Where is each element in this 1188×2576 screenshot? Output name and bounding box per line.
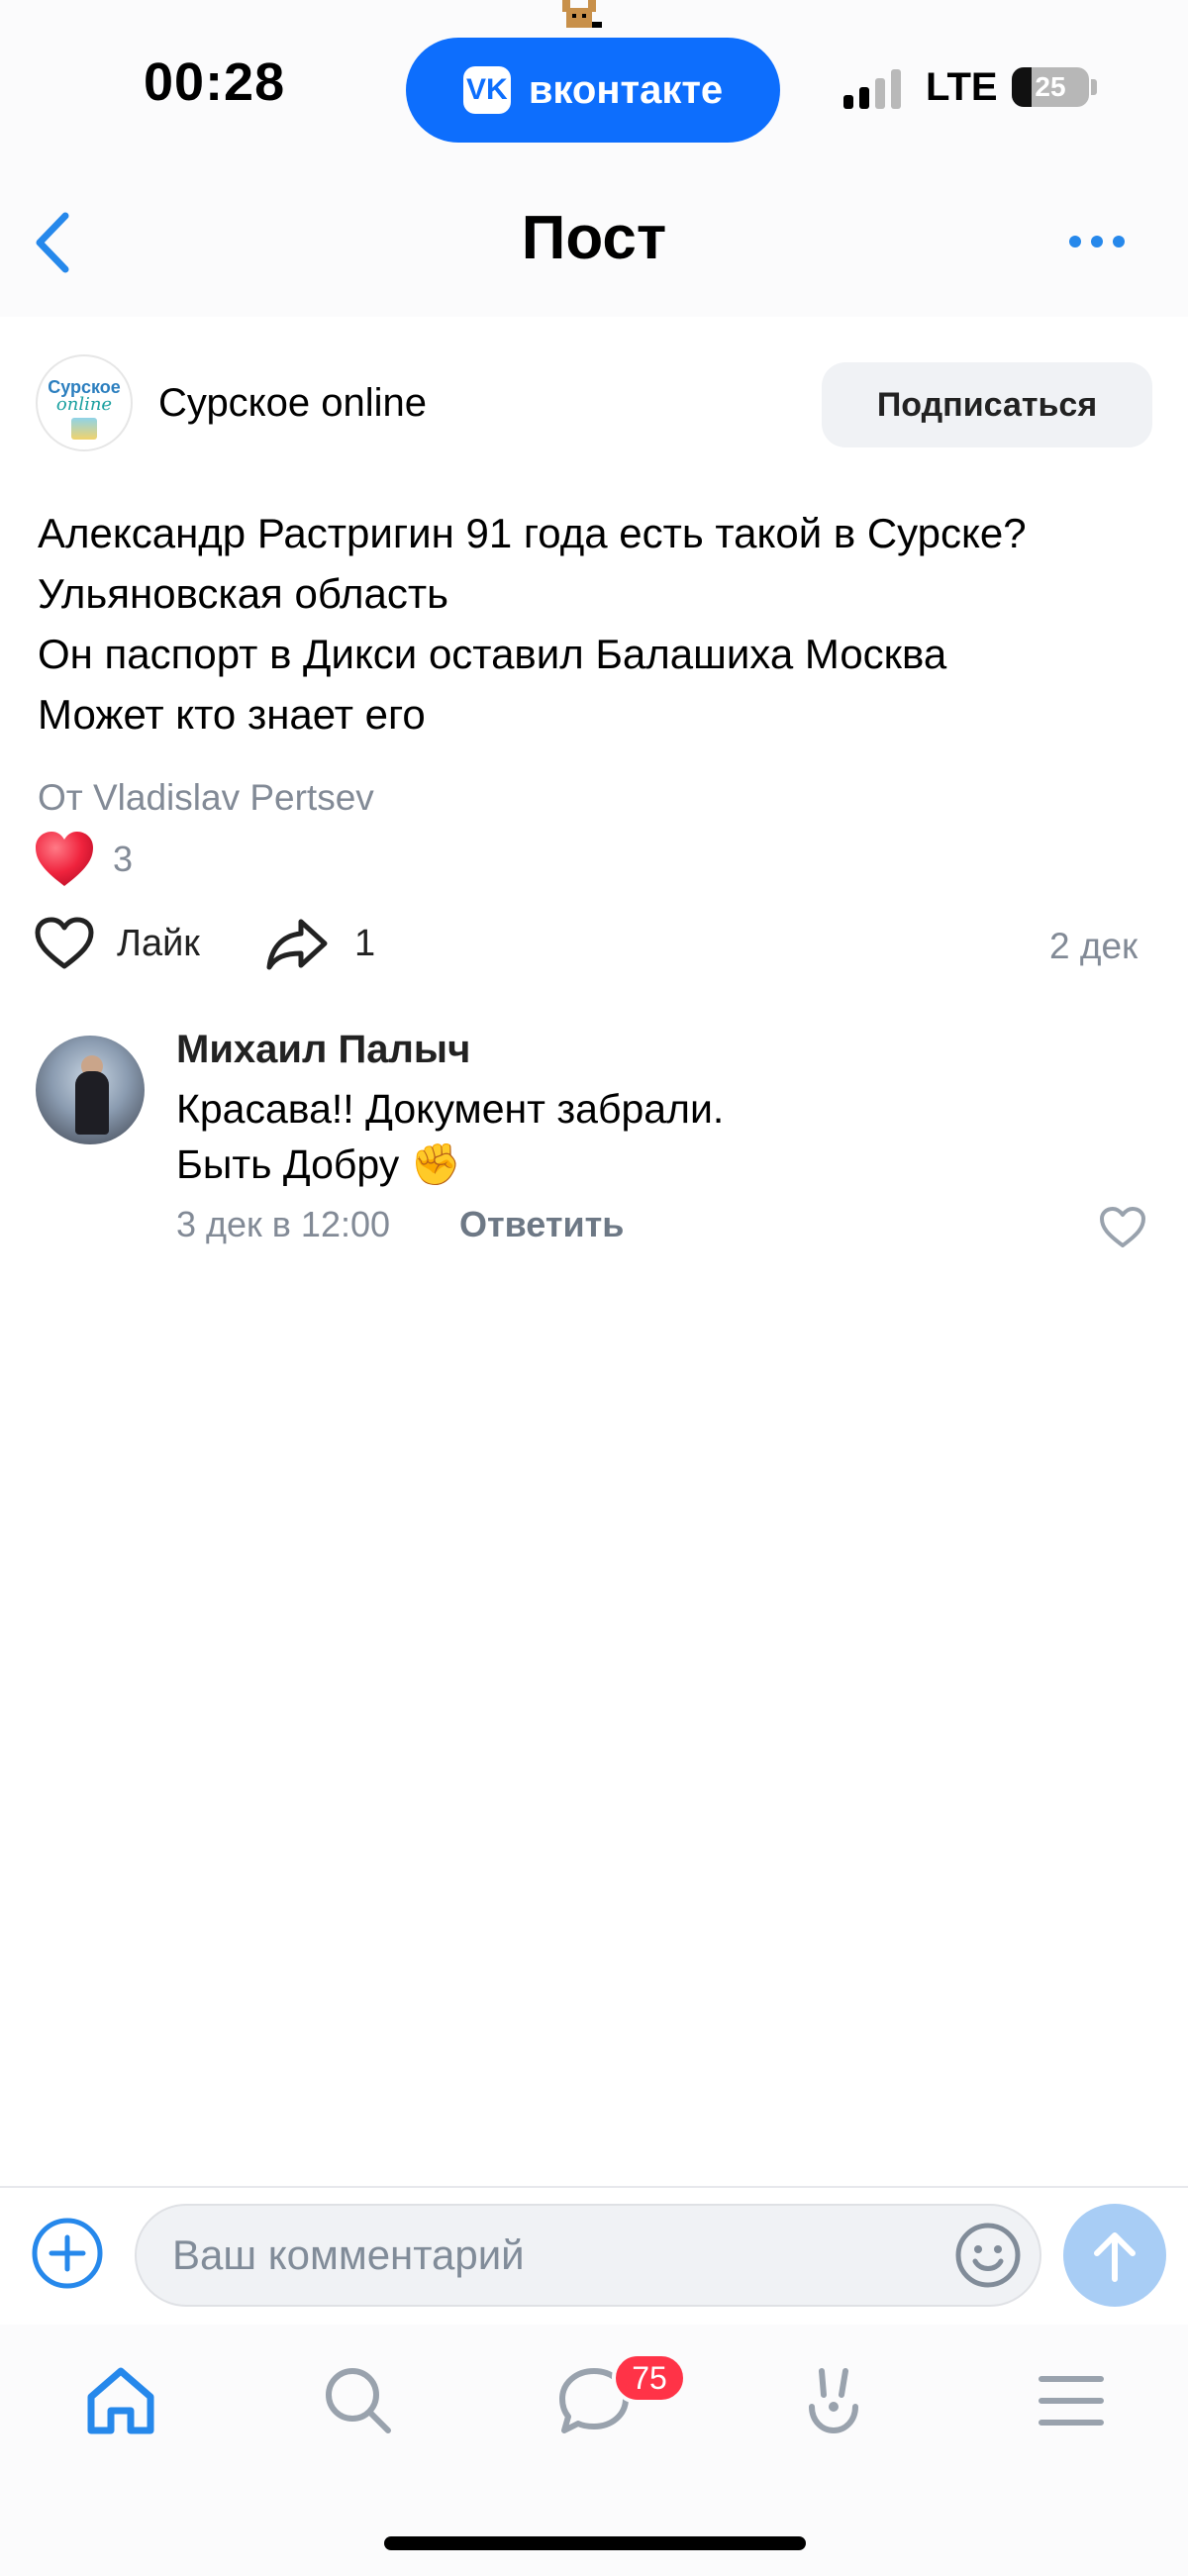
share-count: 1 [354, 922, 376, 964]
battery-level: 25 [1035, 71, 1066, 102]
comment-date: 3 дек в 12:00 [176, 1204, 391, 1244]
vk-logo-icon: VK [462, 66, 511, 114]
reactions-summary[interactable]: 3 [34, 828, 133, 891]
group-avatar-flag [71, 418, 97, 440]
emoji-icon[interactable] [952, 2220, 1024, 2291]
status-time: 00:28 [144, 52, 286, 112]
subscribe-button[interactable]: Подписаться [822, 362, 1152, 447]
vk-pill-label: вконтакте [528, 67, 724, 112]
avatar-figure-body [75, 1071, 109, 1135]
battery-cap [1091, 79, 1097, 95]
comment-input[interactable] [135, 2204, 1041, 2307]
group-name[interactable]: Сурское online [158, 381, 427, 426]
post-text-line: Александр Растригин 91 года есть такой в… [38, 510, 1027, 556]
more-options-icon[interactable] [1067, 230, 1127, 253]
menu-icon[interactable] [1032, 2361, 1111, 2440]
arrow-up-icon [1094, 2232, 1136, 2282]
post-text-line: Он паспорт в Дикси оставил Балашиха Моск… [38, 631, 947, 677]
reaction-count: 3 [113, 839, 134, 879]
network-type: LTE [926, 65, 998, 109]
share-icon [266, 919, 328, 970]
like-label: Лайк [117, 922, 200, 964]
commenter-name[interactable]: Михаил Палыч [176, 1028, 470, 1072]
heart-outline-icon [35, 917, 94, 969]
comment-text-line: Красава!! Документ забрали. [176, 1086, 725, 1132]
messages-badge: 75 [612, 2352, 687, 2404]
mascot-icon [562, 0, 602, 28]
like-button[interactable]: Лайк [34, 909, 200, 978]
reply-button[interactable]: Ответить [459, 1204, 624, 1245]
services-icon[interactable] [794, 2361, 873, 2440]
group-avatar[interactable]: Сурское online [36, 354, 133, 451]
share-button[interactable]: 1 [265, 909, 375, 978]
post-text: Александр Растригин 91 года есть такой в… [38, 503, 1166, 744]
signal-icon [843, 69, 901, 109]
heart-reaction-icon [36, 832, 93, 886]
comment-text: Красава!! Документ забрали. Быть Добру ✊ [176, 1081, 724, 1192]
home-icon[interactable] [81, 2361, 160, 2440]
battery-icon: 25 [1012, 67, 1089, 107]
post-author[interactable]: От Vladislav Pertsev [38, 777, 374, 819]
commenter-avatar[interactable] [36, 1036, 145, 1144]
send-button[interactable] [1063, 2204, 1166, 2307]
home-indicator [384, 2536, 806, 2550]
add-attachment-icon[interactable] [30, 2216, 105, 2291]
group-avatar-text-2: online [55, 394, 113, 415]
search-icon[interactable] [319, 2361, 398, 2440]
page-title: Пост [521, 204, 667, 272]
vk-app-pill[interactable]: VK вконтакте [406, 38, 780, 143]
comment-like-icon[interactable] [1099, 1206, 1146, 1249]
post-text-line: Ульяновская область [38, 570, 448, 617]
comment-text-line: Быть Добру ✊ [176, 1141, 461, 1187]
post-date: 2 дек [1049, 926, 1138, 966]
post-text-line: Может кто знает его [38, 691, 426, 738]
